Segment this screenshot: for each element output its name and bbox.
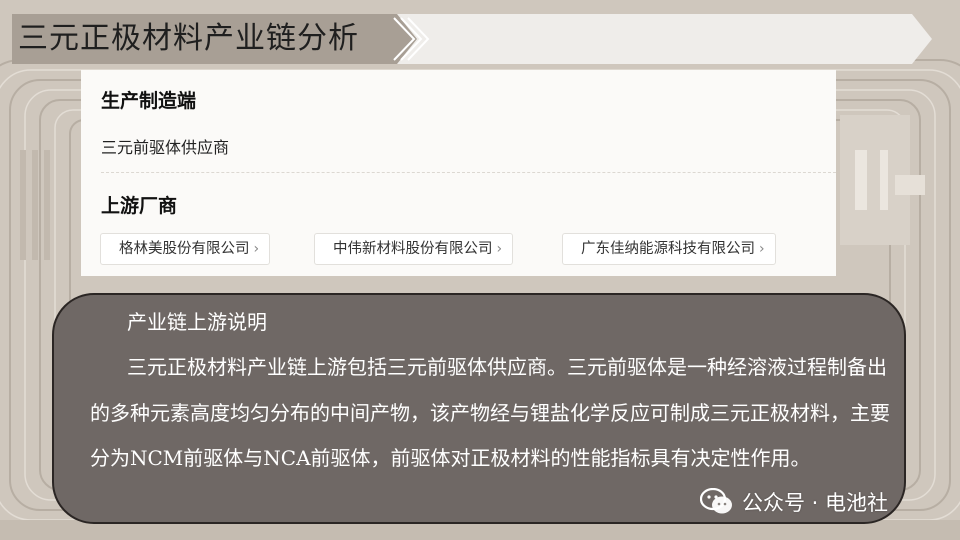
wechat-icon: [700, 488, 734, 516]
company-name: 中伟新材料股份有限公司: [333, 241, 493, 257]
description-heading: 产业链上游说明: [127, 310, 267, 334]
chevron-right-icon: ›: [253, 241, 260, 257]
company-name: 格林美股份有限公司: [119, 241, 250, 257]
production-item: 三元前驱体供应商: [101, 138, 230, 157]
company-name: 广东佳纳能源科技有限公司: [581, 241, 755, 257]
chevron-right-icon: ›: [496, 241, 503, 257]
industry-chain-card: 生产制造端 三元前驱体供应商 上游厂商 格林美股份有限公司 › 中伟新材料股份有限…: [81, 70, 836, 276]
company-chip-gem[interactable]: 格林美股份有限公司 ›: [100, 233, 271, 265]
company-chip-cngr[interactable]: 中伟新材料股份有限公司 ›: [314, 233, 514, 265]
chevron-right-icon: ›: [759, 241, 765, 257]
page-title: 三元正极材料产业链分析: [18, 21, 359, 56]
watermark-text: 公众号 · 电池社: [742, 491, 889, 515]
production-heading: 生产制造端: [101, 90, 197, 112]
description-text: 产业链上游说明 三元正极材料产业链上游包括三元前驱体供应商。三元前驱体是一种经溶…: [90, 299, 890, 482]
divider: [101, 172, 836, 173]
description-paragraph: 三元正极材料产业链上游包括三元前驱体供应商。三元前驱体是一种经溶液过程制备出的多…: [90, 355, 890, 470]
company-chip-jiana[interactable]: 广东佳纳能源科技有限公司 ›: [562, 233, 776, 265]
upstream-heading: 上游厂商: [101, 195, 178, 217]
watermark: 公众号 · 电池社: [700, 484, 888, 520]
